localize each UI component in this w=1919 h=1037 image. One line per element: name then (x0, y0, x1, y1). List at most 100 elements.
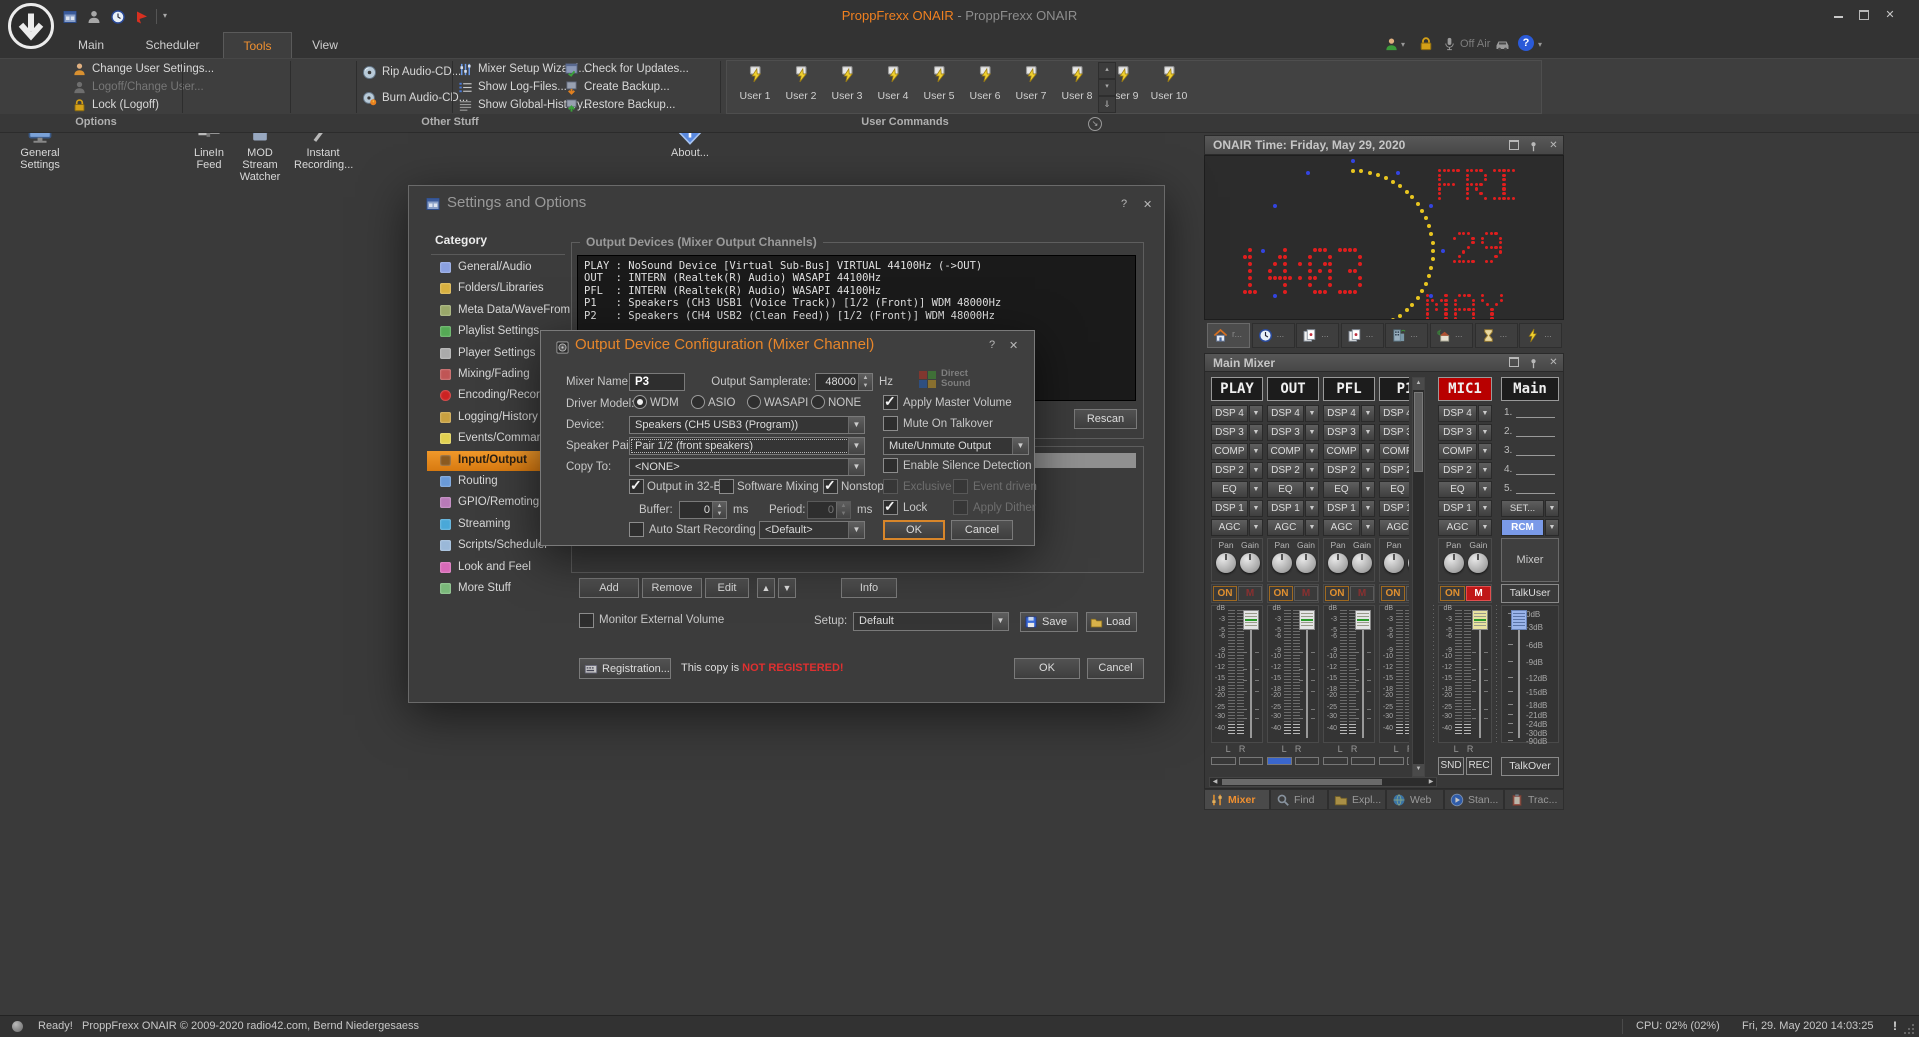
gain-knob[interactable] (1351, 553, 1372, 573)
minimize-button[interactable] (1830, 8, 1846, 22)
event-driven-checkbox[interactable] (953, 479, 968, 494)
main-rcm-dropdown[interactable]: RCM ▼ (1501, 519, 1559, 536)
mixer-close-icon[interactable]: ✕ (1547, 357, 1560, 369)
user-command-6[interactable]: User 6 (963, 64, 1007, 111)
close-button[interactable]: ✕ (1882, 8, 1898, 22)
software-mixing-checkbox[interactable] (719, 479, 734, 494)
samplerate-spinner[interactable]: 48000 ▲ ▼ (815, 373, 873, 391)
exclusive-checkbox[interactable] (883, 479, 898, 494)
dock-button-building[interactable]: ... (1385, 323, 1429, 348)
gain-knob[interactable] (1295, 553, 1316, 573)
dsp-button-eq[interactable]: EQ▼ (1211, 481, 1263, 498)
user-command-4[interactable]: User 4 (871, 64, 915, 111)
dock-button-studio[interactable]: ... (1430, 323, 1473, 348)
dsp-button-dsp-3[interactable]: DSP 3▼ (1379, 424, 1409, 441)
clock-pin-icon[interactable] (1527, 140, 1540, 153)
chevron-down-icon[interactable]: ▼ (1478, 481, 1492, 498)
user-command-2[interactable]: User 2 (779, 64, 823, 111)
dsp-button-dsp-2[interactable]: DSP 2▼ (1267, 462, 1319, 479)
mixer-pin-icon[interactable] (1527, 357, 1540, 370)
scroll-left-icon[interactable]: ◀ (1210, 778, 1220, 786)
channel-on-button[interactable]: ON (1325, 586, 1349, 601)
settings-close-button[interactable]: ✕ (1143, 198, 1152, 211)
dsp-button-dsp-4[interactable]: DSP 4▼ (1211, 405, 1263, 422)
chevron-down-icon[interactable]: ▼ (1361, 424, 1375, 441)
main-slot-3[interactable]: 3. (1501, 443, 1559, 460)
user-scroll-up[interactable]: ▴ (1098, 62, 1116, 79)
setup-dropdown[interactable]: Default ▼ (853, 612, 1009, 631)
main-slot-5[interactable]: 5. (1501, 481, 1559, 498)
maximize-button[interactable] (1856, 8, 1872, 22)
app-logo[interactable] (8, 3, 54, 49)
dsp-button-dsp-3[interactable]: DSP 3▼ (1438, 424, 1492, 441)
dsp-button-dsp-2[interactable]: DSP 2▼ (1323, 462, 1375, 479)
chevron-down-icon[interactable]: ▼ (1478, 443, 1492, 460)
dsp-button-dsp-1[interactable]: DSP 1▼ (1267, 500, 1319, 517)
apply-dither-checkbox[interactable] (953, 500, 968, 515)
mixer-name-input[interactable]: P3 (629, 373, 685, 391)
config-ok-button[interactable]: OK (883, 520, 945, 540)
chevron-down-icon[interactable]: ▼ (1545, 519, 1559, 536)
category-item-look-and-feel[interactable]: Look and Feel (427, 558, 569, 578)
user-command-5[interactable]: User 5 (917, 64, 961, 111)
pan-knob[interactable] (1384, 553, 1405, 573)
dock-button-hourglass[interactable]: ... (1474, 323, 1518, 348)
clock-maximize-icon[interactable] (1507, 140, 1520, 152)
dsp-button-comp[interactable]: COMP▼ (1211, 443, 1263, 460)
chevron-down-icon[interactable]: ▼ (1478, 500, 1492, 517)
dsp-button-dsp-1[interactable]: DSP 1▼ (1379, 500, 1409, 517)
dsp-button-dsp-3[interactable]: DSP 3▼ (1211, 424, 1263, 441)
dsp-button-dsp-2[interactable]: DSP 2▼ (1211, 462, 1263, 479)
chevron-down-icon[interactable]: ▼ (1305, 405, 1319, 422)
fader-handle[interactable] (1511, 610, 1527, 630)
dsp-button-agc[interactable]: AGC▼ (1379, 519, 1409, 536)
dsp-button-dsp-3[interactable]: DSP 3▼ (1267, 424, 1319, 441)
mixer-vertical-scrollbar[interactable]: ▲ ▼ (1412, 377, 1425, 777)
edit-button[interactable]: Edit (705, 578, 749, 598)
config-help-button[interactable]: ? (989, 339, 995, 351)
buffer-spinner[interactable]: 0 ▲ ▼ (679, 501, 727, 519)
channel-header[interactable]: P1 (1379, 377, 1409, 401)
driver-radio-none[interactable] (811, 395, 825, 409)
remove-button[interactable]: Remove (642, 578, 702, 598)
spinner-arrows-icon[interactable]: ▲ ▼ (712, 502, 726, 518)
mic-status-icon[interactable] (1442, 36, 1457, 52)
dsp-button-eq[interactable]: EQ▼ (1267, 481, 1319, 498)
user-command-10[interactable]: User 10 (1147, 64, 1191, 111)
move-down-button[interactable]: ▼ (778, 578, 796, 598)
dsp-button-dsp-2[interactable]: DSP 2▼ (1379, 462, 1409, 479)
channel-mute-button[interactable]: M (1294, 586, 1318, 601)
dock-button-clock[interactable]: ... (1251, 323, 1295, 348)
user-command-8[interactable]: User 8 (1055, 64, 1099, 111)
lock-checkbox[interactable] (883, 498, 898, 515)
group-dialog-launcher-icon[interactable]: ↘ (1088, 117, 1102, 131)
channel-header[interactable]: PFL (1323, 377, 1375, 401)
scroll-right-icon[interactable]: ▶ (1426, 778, 1436, 786)
current-user-icon[interactable] (1384, 37, 1399, 52)
user-command-7[interactable]: User 7 (1009, 64, 1053, 111)
chevron-down-icon[interactable]: ▼ (1305, 481, 1319, 498)
mixer-maximize-icon[interactable] (1507, 357, 1520, 369)
talk-user-button[interactable]: TalkUser (1501, 584, 1559, 603)
help-icon[interactable]: ? (1518, 35, 1534, 51)
chevron-down-icon[interactable]: ▼ (1361, 443, 1375, 460)
config-cancel-button[interactable]: Cancel (951, 520, 1013, 540)
save-button[interactable]: Save (1020, 612, 1078, 632)
resize-grip[interactable] (1904, 1024, 1914, 1034)
silence-detection-checkbox[interactable] (883, 458, 898, 473)
mute-unmute-dropdown[interactable]: Mute/Unmute Output ▼ (883, 437, 1029, 455)
dsp-button-agc[interactable]: AGC▼ (1267, 519, 1319, 536)
settings-ok-button[interactable]: OK (1014, 658, 1080, 679)
config-close-button[interactable]: ✕ (1009, 339, 1018, 352)
channel-header[interactable]: PLAY (1211, 377, 1263, 401)
fader-handle[interactable] (1243, 610, 1259, 630)
gain-knob[interactable] (1468, 553, 1489, 573)
channel-on-button[interactable]: ON (1381, 586, 1405, 601)
mixer-tab-web[interactable]: Web (1386, 789, 1444, 810)
chevron-down-icon[interactable]: ▼ (1249, 462, 1263, 479)
period-spinner[interactable]: 0 ▲ ▼ (807, 501, 851, 519)
chevron-down-icon[interactable]: ▼ (1478, 519, 1492, 536)
dsp-button-eq[interactable]: EQ▼ (1438, 481, 1492, 498)
mixer-tab-find[interactable]: Find (1270, 789, 1328, 810)
ribbon-tab-tools[interactable]: Tools (223, 32, 292, 58)
